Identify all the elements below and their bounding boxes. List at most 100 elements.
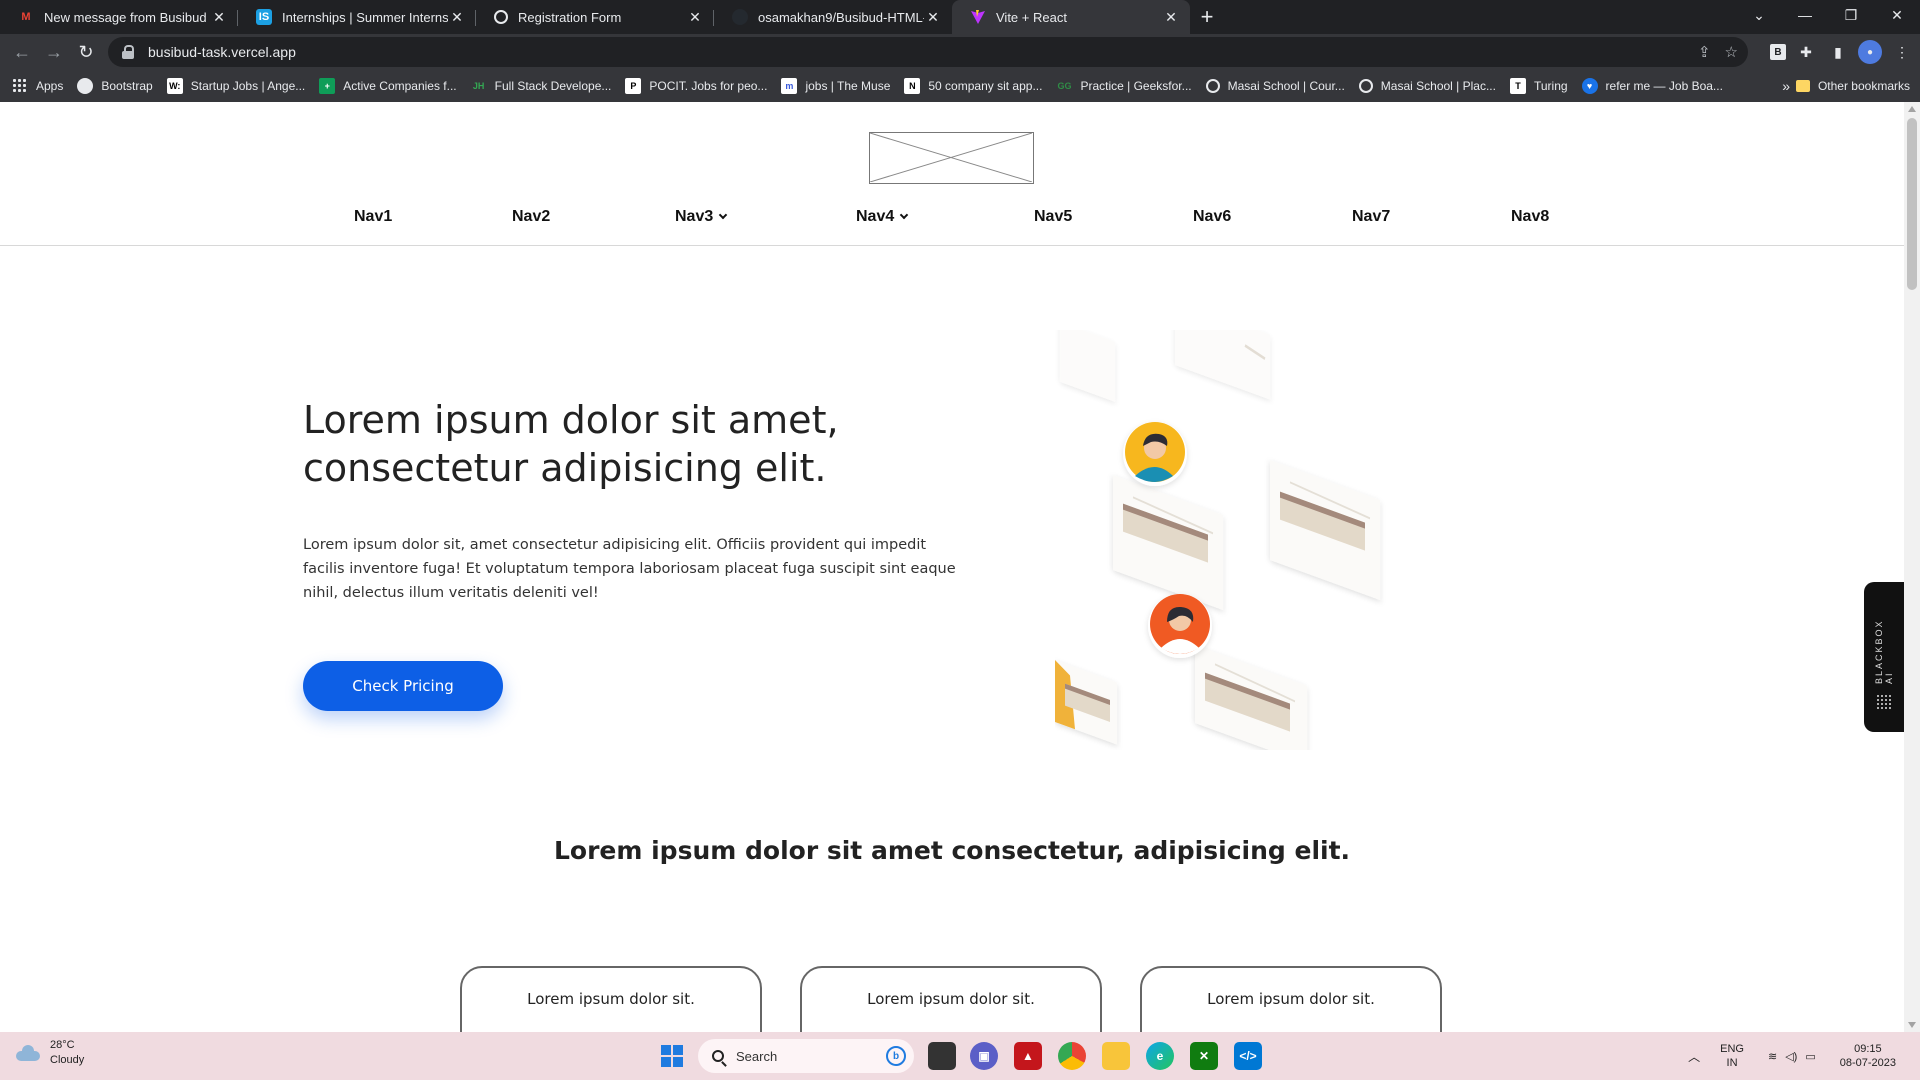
close-tab-icon[interactable]: ✕ xyxy=(210,8,228,26)
address-bar[interactable]: busibud-task.vercel.app ⇪ ☆ xyxy=(108,37,1748,67)
close-tab-icon[interactable]: ✕ xyxy=(686,8,704,26)
tab-gmail[interactable]: M New message from Busibud - okr ✕ xyxy=(0,0,238,34)
extensions-puzzle-icon[interactable]: ✚ xyxy=(1794,40,1818,64)
bookmark-turing[interactable]: T Turing xyxy=(1509,78,1568,94)
scroll-thumb[interactable] xyxy=(1907,118,1917,290)
logo-placeholder[interactable] xyxy=(869,132,1034,184)
bookmarks-overflow-icon[interactable]: » xyxy=(1782,78,1790,94)
feature-card[interactable]: Lorem ipsum dolor sit. xyxy=(460,966,762,1032)
check-pricing-button[interactable]: Check Pricing xyxy=(303,661,503,711)
bookmark-50-company[interactable]: N 50 company sit app... xyxy=(904,78,1042,94)
restore-icon[interactable]: ❐ xyxy=(1828,0,1874,30)
nav-item-nav3[interactable]: Nav3 xyxy=(675,208,728,226)
filezilla-icon[interactable]: ▲ xyxy=(1014,1042,1042,1070)
side-panel-icon[interactable]: ▮ xyxy=(1826,40,1850,64)
close-window-icon[interactable]: ✕ xyxy=(1874,0,1920,30)
profile-avatar[interactable]: ● xyxy=(1858,40,1882,64)
battery-icon[interactable]: ▭ xyxy=(1805,1050,1815,1063)
tab-github[interactable]: osamakhan9/Busibud-HTML-Dev ✕ xyxy=(714,0,952,34)
notion-icon: N xyxy=(904,78,921,94)
lock-icon xyxy=(122,45,134,59)
menu-kebab-icon[interactable]: ⋮ xyxy=(1890,40,1914,64)
file-explorer-icon[interactable] xyxy=(1102,1042,1130,1070)
bookmark-active-companies[interactable]: + Active Companies f... xyxy=(319,78,457,94)
bookmark-bootstrap[interactable]: Bootstrap xyxy=(77,78,153,94)
language-indicator[interactable]: ENG IN xyxy=(1720,1042,1744,1070)
turing-icon: T xyxy=(1509,78,1526,94)
reload-icon[interactable]: ↻ xyxy=(70,36,102,68)
vscode-icon[interactable]: </> xyxy=(1234,1042,1262,1070)
close-tab-icon[interactable]: ✕ xyxy=(448,8,466,26)
bookmark-masai-placement[interactable]: Masai School | Plac... xyxy=(1358,79,1496,93)
volume-icon[interactable]: ◁) xyxy=(1785,1050,1797,1063)
wifi-icon[interactable]: ≋ xyxy=(1768,1050,1777,1063)
tab-vite-react[interactable]: Vite + React ✕ xyxy=(952,0,1190,34)
forward-icon[interactable]: → xyxy=(38,36,70,68)
weather-widget[interactable]: 28°C Cloudy xyxy=(16,1038,84,1068)
page-scrollbar[interactable] xyxy=(1904,102,1920,1032)
windows-start-icon[interactable] xyxy=(661,1045,683,1067)
main-nav: Nav1 Nav2 Nav3 Nav4 Nav5 Nav6 Nav7 Nav8 xyxy=(0,208,1904,232)
extension-b-icon[interactable]: B xyxy=(1770,44,1786,60)
scroll-down-icon[interactable] xyxy=(1908,1022,1916,1028)
blackbox-ai-widget[interactable]: BLACKBOX AI xyxy=(1864,582,1904,732)
other-bookmarks[interactable]: Other bookmarks xyxy=(1795,70,1910,102)
bookmark-label: Bootstrap xyxy=(101,79,153,93)
share-icon[interactable]: ⇪ xyxy=(1698,43,1711,61)
github-icon xyxy=(732,9,748,25)
search-icon xyxy=(712,1050,724,1062)
tab-internshala[interactable]: IS Internships | Summer Internship ✕ xyxy=(238,0,476,34)
chrome-icon[interactable] xyxy=(1058,1042,1086,1070)
back-icon[interactable]: ← xyxy=(6,36,38,68)
nav-label: Nav6 xyxy=(1193,208,1232,225)
bookmark-label: jobs | The Muse xyxy=(805,79,891,93)
bookmark-geeksforgeeks[interactable]: GG Practice | Geeksfor... xyxy=(1056,78,1191,94)
bookmark-the-muse[interactable]: m jobs | The Muse xyxy=(781,78,890,94)
new-tab-icon[interactable]: + xyxy=(1190,0,1224,34)
feature-card[interactable]: Lorem ipsum dolor sit. xyxy=(800,966,1102,1032)
tab-registration[interactable]: Registration Form ✕ xyxy=(476,0,714,34)
chevron-up-icon[interactable]: ︿ xyxy=(1688,1048,1700,1065)
bookmark-masai-courses[interactable]: Masai School | Cour... xyxy=(1205,79,1345,93)
nav-item-nav4[interactable]: Nav4 xyxy=(856,208,909,226)
system-tray: ︿ ENG IN ≋ ◁) ▭ 09:15 08-07-2023 xyxy=(1688,1032,1920,1080)
bing-icon[interactable]: b xyxy=(886,1046,906,1066)
nav-item-nav8[interactable]: Nav8 xyxy=(1511,208,1549,226)
tab-title: osamakhan9/Busibud-HTML-Dev xyxy=(758,9,924,25)
close-tab-icon[interactable]: ✕ xyxy=(924,8,942,26)
nav-item-nav5[interactable]: Nav5 xyxy=(1034,208,1072,226)
scroll-up-icon[interactable] xyxy=(1908,106,1916,112)
nav-item-nav7[interactable]: Nav7 xyxy=(1352,208,1390,226)
nav-item-nav2[interactable]: Nav2 xyxy=(512,208,550,226)
close-tab-icon[interactable]: ✕ xyxy=(1162,8,1180,26)
minimize-icon[interactable]: — xyxy=(1782,0,1828,30)
bookmark-full-stack[interactable]: JH Full Stack Develope... xyxy=(471,78,611,94)
tab-search-icon[interactable]: ⌄ xyxy=(1736,0,1782,30)
blackbox-dots-icon xyxy=(1876,694,1892,710)
hero-description: Lorem ipsum dolor sit, amet consectetur … xyxy=(303,537,956,601)
bookmark-label: POCIT. Jobs for peo... xyxy=(649,79,768,93)
nav-item-nav1[interactable]: Nav1 xyxy=(354,208,392,226)
bookmark-pocit[interactable]: P POCIT. Jobs for peo... xyxy=(625,78,767,94)
internshala-icon: IS xyxy=(256,9,272,25)
nav-label: Nav5 xyxy=(1034,208,1073,225)
avatar-male xyxy=(1123,422,1187,486)
bookmark-apps[interactable]: Apps xyxy=(12,78,63,94)
search-placeholder: Search xyxy=(736,1048,778,1064)
clock[interactable]: 09:15 08-07-2023 xyxy=(1840,1042,1896,1070)
tab-title: Vite + React xyxy=(996,9,1067,25)
teams-chat-icon[interactable]: ▣ xyxy=(970,1042,998,1070)
feature-card[interactable]: Lorem ipsum dolor sit. xyxy=(1140,966,1442,1032)
bookmark-label: Active Companies f... xyxy=(343,79,457,93)
taskbar-search[interactable]: Search b xyxy=(698,1039,914,1073)
xbox-icon[interactable]: ✕ xyxy=(1190,1042,1218,1070)
hero-illustration xyxy=(1055,300,1415,764)
clock-date: 08-07-2023 xyxy=(1839,1057,1896,1069)
bookmark-star-icon[interactable]: ☆ xyxy=(1725,43,1738,61)
bookmark-refer-me[interactable]: ♥ refer me — Job Boa... xyxy=(1581,78,1723,94)
bookmark-startup-jobs[interactable]: W: Startup Jobs | Ange... xyxy=(166,78,305,94)
edge-icon[interactable]: e xyxy=(1146,1042,1174,1070)
task-view-icon[interactable] xyxy=(928,1042,956,1070)
nav-item-nav6[interactable]: Nav6 xyxy=(1193,208,1231,226)
site-header: Nav1 Nav2 Nav3 Nav4 Nav5 Nav6 Nav7 Nav8 xyxy=(0,102,1904,246)
